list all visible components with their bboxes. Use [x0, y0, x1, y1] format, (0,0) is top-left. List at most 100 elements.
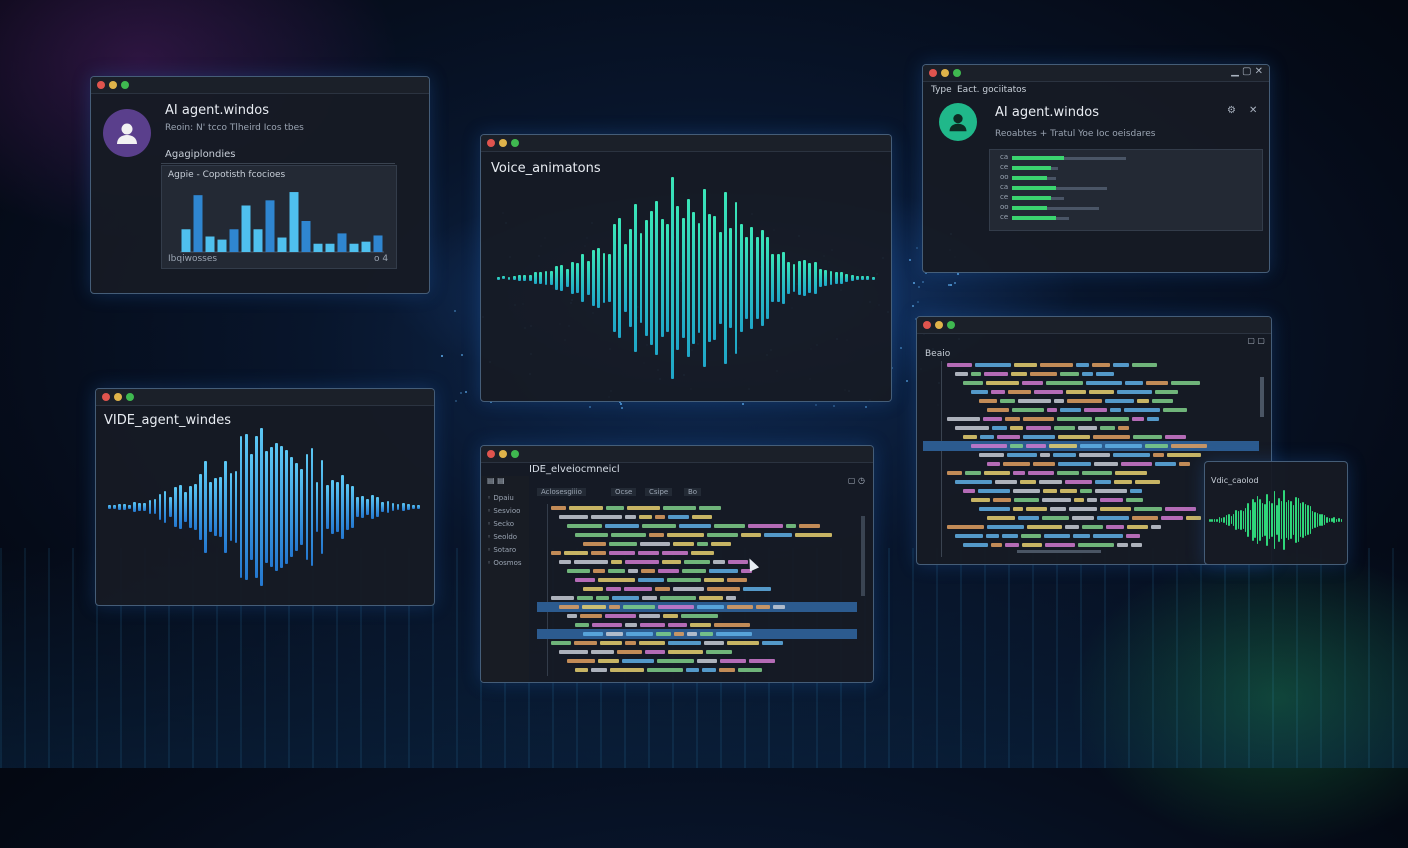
- editor-scrollbar[interactable]: [861, 516, 865, 596]
- code-token: [673, 542, 694, 546]
- code-token: [1046, 381, 1083, 385]
- waveform-bar: [681, 217, 685, 339]
- maximize-button[interactable]: [126, 393, 134, 401]
- code-token: [991, 543, 1002, 547]
- tab[interactable]: Bo: [684, 488, 702, 496]
- sidebar-item[interactable]: ◦ Oosmos: [487, 559, 522, 567]
- sidebar-item[interactable]: ◦ Sotaro: [487, 546, 516, 554]
- code-token: [979, 453, 1004, 457]
- maximize-button[interactable]: [953, 69, 961, 77]
- waveform-bar: [285, 450, 289, 564]
- window-controls[interactable]: ▢ ◷: [848, 476, 865, 485]
- code-token: [1080, 444, 1102, 448]
- close-button[interactable]: [923, 321, 931, 329]
- maximize-button[interactable]: [121, 81, 129, 89]
- window-titlebar[interactable]: ▁ ▢ ✕: [923, 65, 1269, 82]
- voice-waveform: [497, 165, 877, 391]
- window-controls[interactable]: ▢ ▢: [1247, 336, 1265, 345]
- window-agent-status[interactable]: ▁ ▢ ✕ Type Eact. gociitatos AI agent.win…: [922, 64, 1270, 273]
- waveform-bar: [1287, 499, 1290, 541]
- close-button[interactable]: [97, 81, 105, 89]
- waveform-bar: [866, 275, 870, 281]
- sidebar-item[interactable]: ◦ Seoldo: [487, 533, 517, 541]
- code-token: [1042, 498, 1071, 502]
- editor-scrollbar[interactable]: [1260, 377, 1264, 417]
- code-token: [1095, 417, 1129, 421]
- code-token: [639, 641, 665, 645]
- minimize-button[interactable]: [499, 139, 507, 147]
- sidebar-item[interactable]: ◦ Secko: [487, 520, 514, 528]
- code-token: [699, 506, 721, 510]
- minimize-button[interactable]: [941, 69, 949, 77]
- code-token: [1020, 480, 1036, 484]
- code-token: [673, 587, 704, 591]
- code-token: [1080, 489, 1092, 493]
- waveform-bar: [158, 494, 162, 520]
- window-subtitle: Reoin: N' tcco Tlheird Icos tbes: [165, 123, 304, 133]
- window-titlebar[interactable]: [481, 446, 873, 463]
- close-icon[interactable]: ✕: [1249, 105, 1257, 116]
- sidebar-toolbar-icon[interactable]: ▤ ▤: [487, 476, 505, 485]
- minimize-button[interactable]: [935, 321, 943, 329]
- waveform-bar: [1249, 509, 1252, 531]
- code-token: [1000, 399, 1015, 403]
- code-token: [697, 605, 724, 609]
- waveform-bar: [1311, 510, 1314, 530]
- close-button[interactable]: [487, 139, 495, 147]
- code-token: [1010, 426, 1023, 430]
- code-token: [668, 641, 701, 645]
- window-ide[interactable]: IDE_elveiocmneicl ▢ ◷ ▤ ▤ ◦ Dpaiu ◦ Sesvio…: [480, 445, 874, 683]
- waveform-bar: [173, 487, 177, 527]
- progress-label: oo: [1000, 173, 1009, 181]
- waveform-bar: [118, 504, 121, 510]
- maximize-button[interactable]: [511, 450, 519, 458]
- window-mini-waveform[interactable]: Vdic_caolod: [1204, 461, 1348, 565]
- close-button[interactable]: [102, 393, 110, 401]
- menu-label[interactable]: Beaio: [925, 349, 950, 359]
- minimize-button[interactable]: [109, 81, 117, 89]
- tab[interactable]: Aclosesgiiio: [537, 488, 586, 496]
- code-token: [727, 605, 753, 609]
- window-voice-animation[interactable]: Voice_animatons: [480, 134, 892, 402]
- minimize-button[interactable]: [499, 450, 507, 458]
- code-token: [1005, 417, 1020, 421]
- sidebar-item[interactable]: ◦ Dpaiu: [487, 494, 514, 502]
- tab[interactable]: Ocse: [611, 488, 637, 496]
- waveform-bar: [1266, 494, 1268, 546]
- code-token: [1132, 417, 1144, 421]
- waveform-bar: [224, 460, 228, 554]
- menu-item-type[interactable]: Type: [931, 85, 952, 95]
- waveform-bar: [396, 504, 400, 510]
- code-token: [1003, 462, 1030, 466]
- close-button[interactable]: [487, 450, 495, 458]
- waveform-bar: [528, 275, 532, 281]
- code-token: [551, 551, 561, 555]
- window-agent-profile[interactable]: AI agent.windos Reoin: N' tcco Tlheird I…: [90, 76, 430, 294]
- waveform-bar: [692, 211, 696, 345]
- gear-icon[interactable]: ⚙: [1227, 105, 1236, 116]
- maximize-button[interactable]: [947, 321, 955, 329]
- waveform-bar: [687, 199, 690, 357]
- window-vide-agent[interactable]: VIDE_agent_windes: [95, 388, 435, 606]
- code-token: [1053, 453, 1076, 457]
- code-token: [1069, 507, 1097, 511]
- window-controls[interactable]: ▁ ▢ ✕: [1231, 66, 1263, 77]
- minimize-button[interactable]: [114, 393, 122, 401]
- waveform-bar: [1292, 505, 1295, 535]
- window-titlebar[interactable]: [96, 389, 434, 406]
- code-token: [955, 372, 968, 376]
- horizontal-scrollbar[interactable]: [1017, 550, 1101, 553]
- window-titlebar[interactable]: [917, 317, 1271, 334]
- code-token: [963, 489, 975, 493]
- sidebar-item[interactable]: ◦ Sesvioo: [487, 507, 520, 515]
- code-token: [609, 551, 635, 555]
- window-titlebar[interactable]: [91, 77, 429, 94]
- tab[interactable]: Csipe: [645, 488, 673, 496]
- window-titlebar[interactable]: [481, 135, 891, 152]
- code-token: [704, 578, 724, 582]
- maximize-button[interactable]: [511, 139, 519, 147]
- code-token: [1126, 534, 1140, 538]
- close-button[interactable]: [929, 69, 937, 77]
- waveform-bar: [650, 210, 653, 346]
- code-token: [1023, 435, 1055, 439]
